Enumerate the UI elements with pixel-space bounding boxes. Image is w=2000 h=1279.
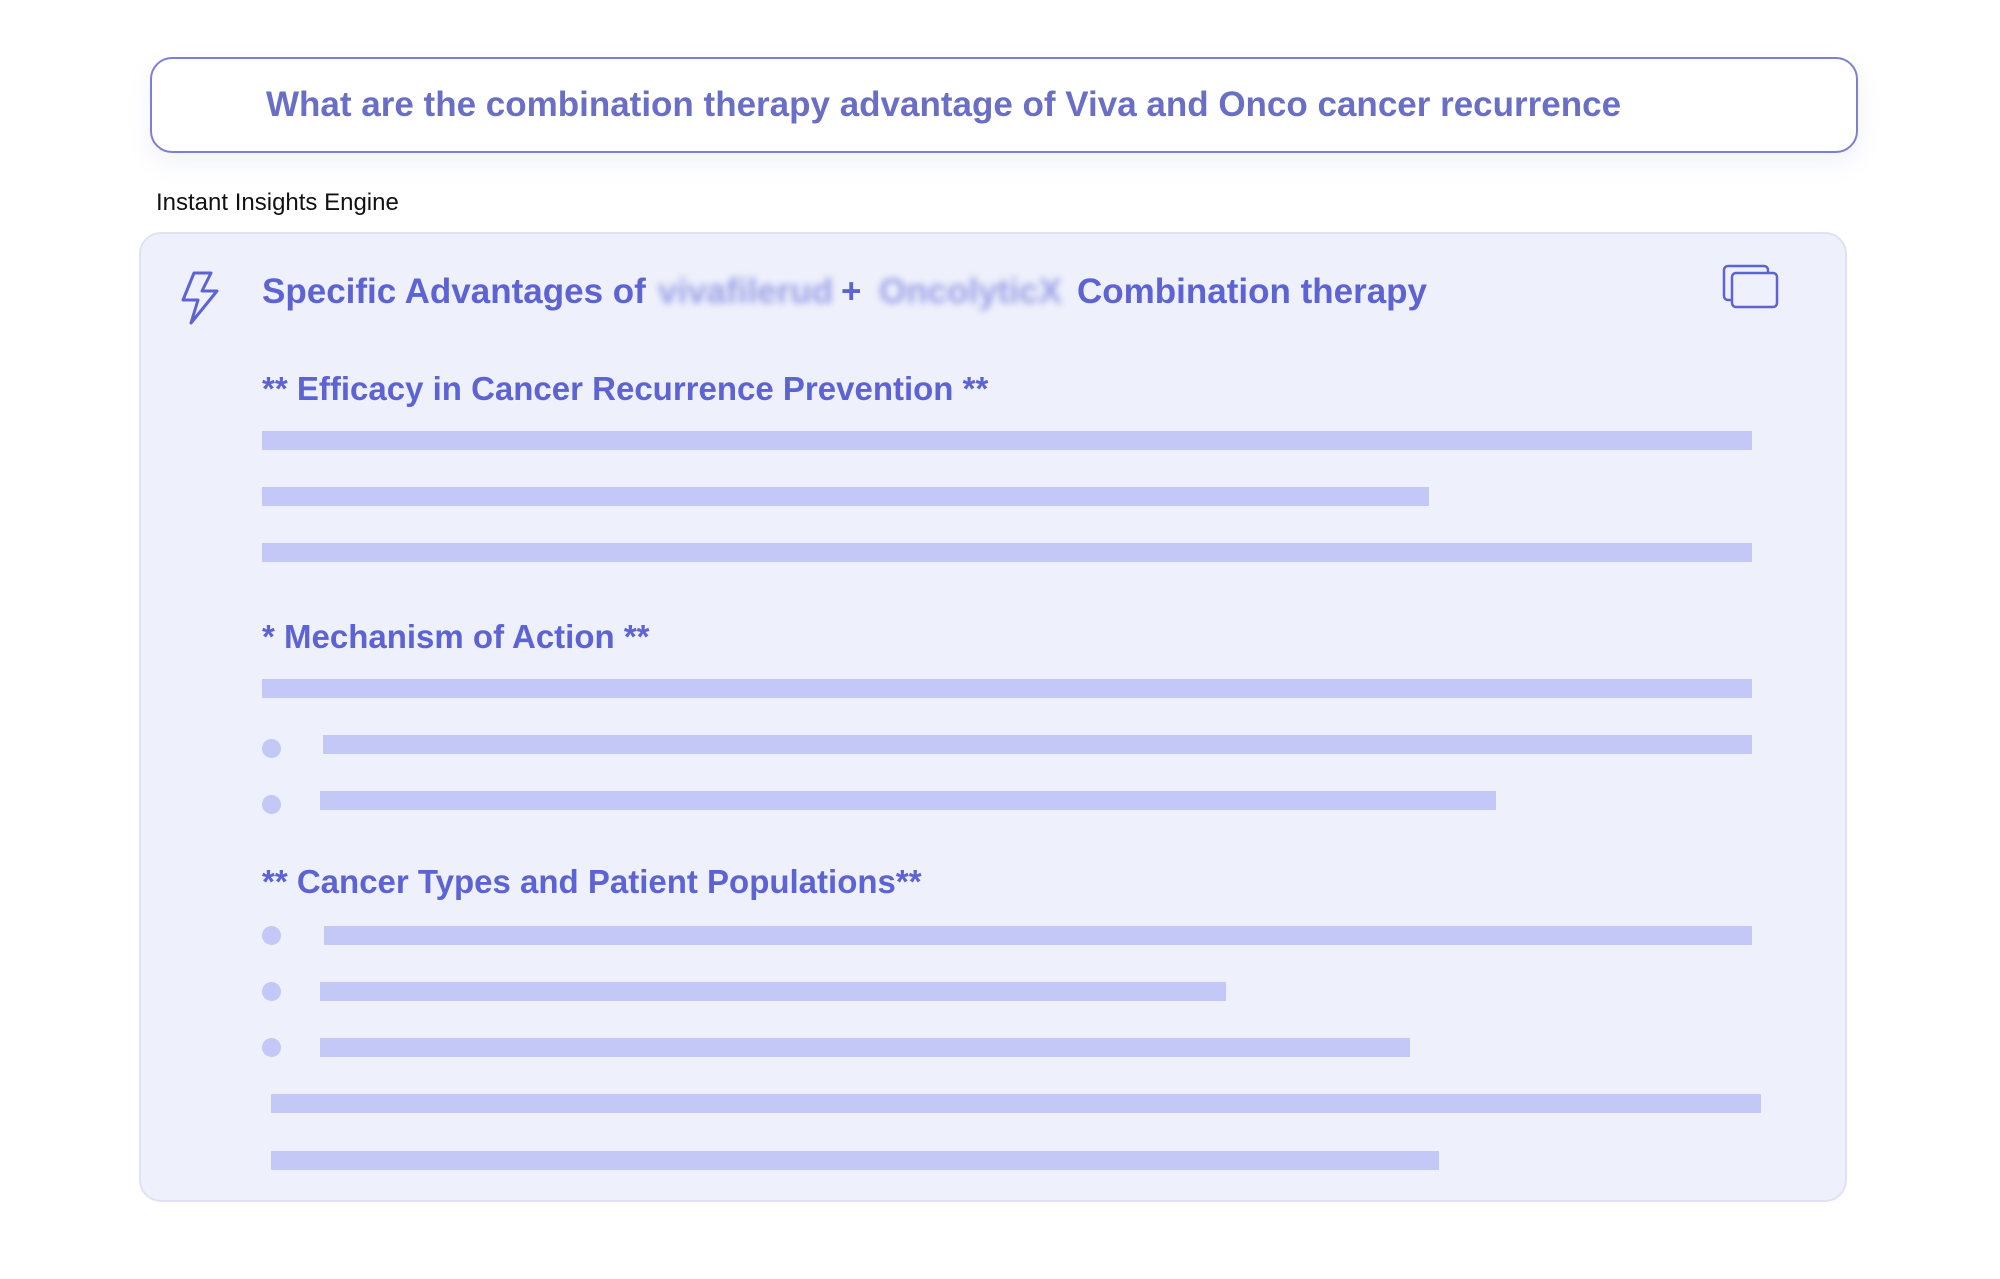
query-text: What are the combination therapy advanta… bbox=[266, 85, 1622, 124]
text-placeholder-line bbox=[262, 679, 1752, 698]
answer-title-suffix: Combination therapy bbox=[1077, 272, 1428, 311]
bullet-dot bbox=[262, 739, 281, 758]
bullet-dot bbox=[262, 795, 281, 814]
text-placeholder-line bbox=[320, 982, 1226, 1001]
text-placeholder-line bbox=[271, 1094, 1761, 1113]
bullet-dot bbox=[262, 926, 281, 945]
plus-sign: + bbox=[841, 272, 862, 311]
drug-b-name: OncolyticX bbox=[879, 272, 1062, 311]
text-placeholder-line bbox=[271, 1151, 1439, 1170]
text-placeholder-line bbox=[324, 926, 1752, 945]
text-placeholder-line bbox=[323, 735, 1752, 754]
answer-title-prefix: Specific Advantages of bbox=[262, 272, 646, 311]
text-placeholder-line bbox=[320, 791, 1496, 810]
text-placeholder-line bbox=[262, 487, 1429, 506]
drug-a-name: vivafilerud bbox=[658, 272, 834, 311]
text-placeholder-line bbox=[262, 431, 1752, 450]
query-box[interactable]: What are the combination therapy advanta… bbox=[150, 57, 1858, 153]
section-heading-cancer-types: ** Cancer Types and Patient Populations*… bbox=[262, 863, 922, 900]
engine-label: Instant Insights Engine bbox=[156, 189, 399, 216]
section-heading-mechanism: * Mechanism of Action ** bbox=[262, 618, 650, 655]
lightning-bolt-icon bbox=[181, 271, 219, 325]
text-placeholder-line bbox=[262, 543, 1752, 562]
bullet-dot bbox=[262, 982, 281, 1001]
text-placeholder-line bbox=[320, 1038, 1410, 1057]
section-heading-efficacy: ** Efficacy in Cancer Recurrence Prevent… bbox=[262, 370, 989, 407]
copy-icon[interactable] bbox=[1722, 264, 1780, 310]
page: What are the combination therapy advanta… bbox=[0, 0, 2000, 1279]
bullet-dot bbox=[262, 1038, 281, 1057]
